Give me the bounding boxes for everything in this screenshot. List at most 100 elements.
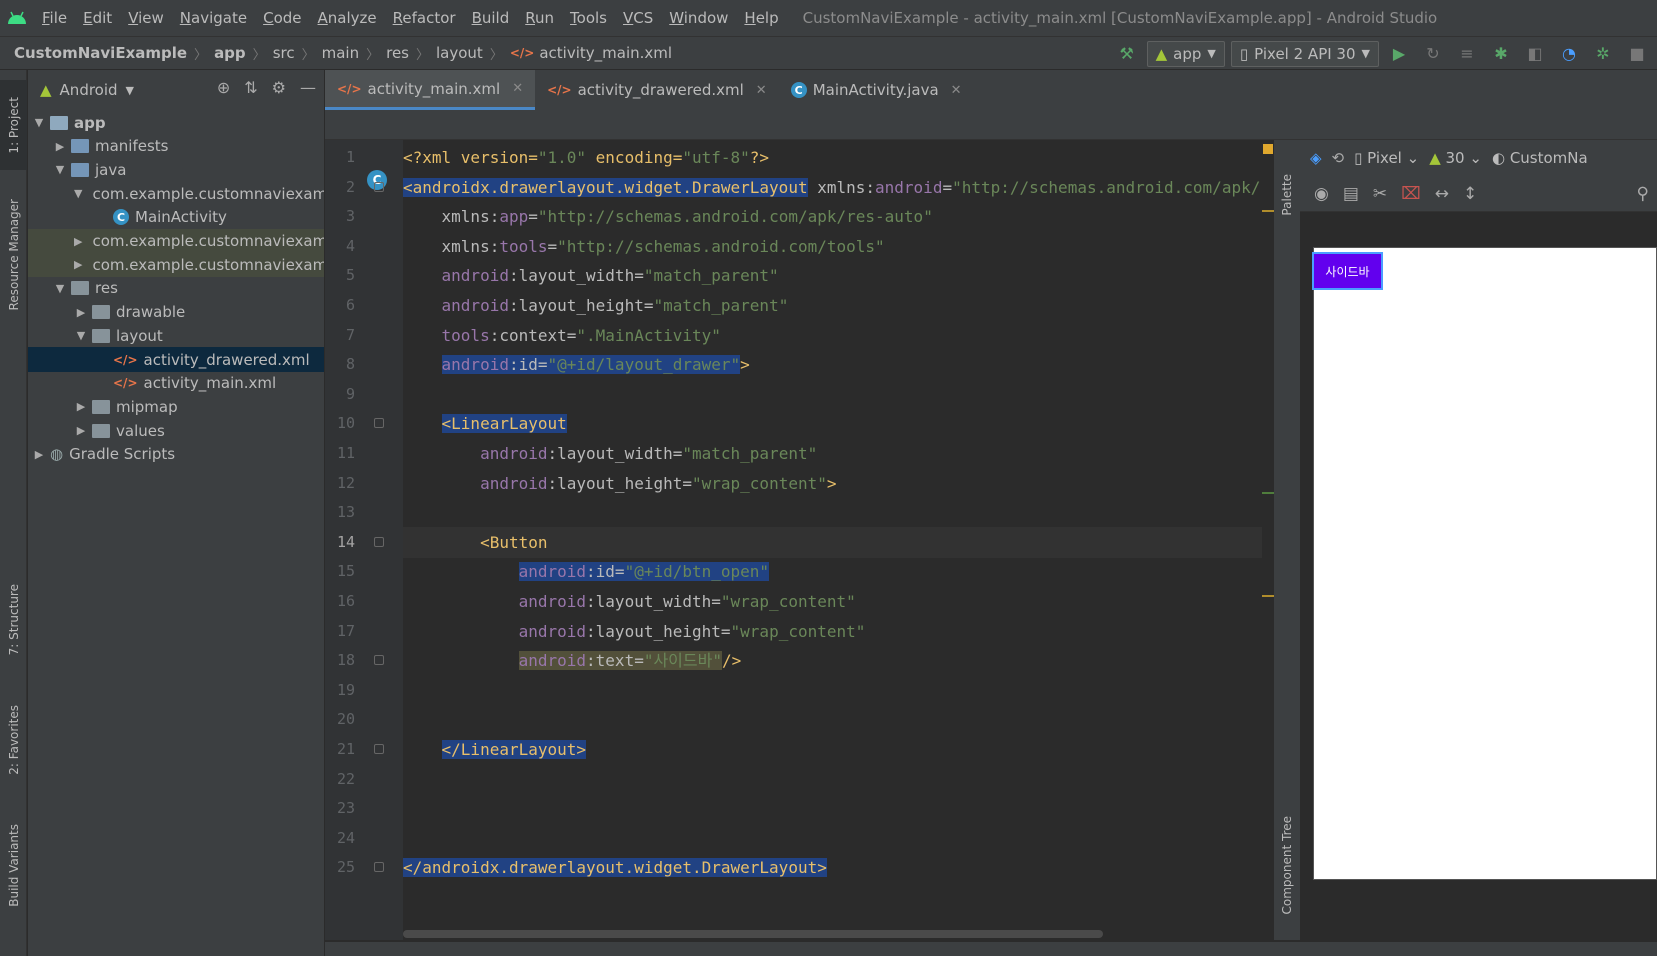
tool-tab-build-variants[interactable]: Build Variants — [0, 805, 27, 925]
tool-tab-favorites[interactable]: 2: Favorites — [0, 690, 27, 790]
debug-icon[interactable]: ✱ — [1487, 40, 1515, 68]
code-line[interactable] — [403, 497, 1273, 528]
tree-item[interactable]: ▶ drawable — [28, 300, 324, 325]
fold-marker-icon[interactable] — [374, 862, 384, 872]
close-icon[interactable]: ✕ — [951, 83, 962, 98]
expand-arrow-icon[interactable]: ▼ — [53, 163, 67, 176]
close-icon[interactable]: ✕ — [512, 81, 523, 96]
code-line[interactable]: android:layout_width="match_parent" — [403, 438, 1273, 469]
collapse-arrow-icon[interactable]: ▶ — [74, 424, 88, 437]
code-line[interactable]: android:layout_height="wrap_content"> — [403, 468, 1273, 499]
blueprint-icon[interactable]: ▤ — [1343, 184, 1359, 204]
code-line[interactable]: android:layout_width="match_parent" — [403, 260, 1273, 291]
tree-item[interactable]: ▶ ◍ Gradle Scripts — [28, 442, 324, 467]
tree-item[interactable]: ▶ com.example.customnaviexam — [28, 228, 324, 254]
apply-code-changes-icon[interactable]: ≡ — [1453, 40, 1481, 68]
menu-build[interactable]: Build — [464, 9, 518, 27]
menu-help[interactable]: Help — [736, 9, 786, 27]
close-icon[interactable]: ✕ — [756, 83, 767, 98]
tree-item[interactable]: ▼ java — [28, 157, 324, 182]
code-line[interactable]: android:layout_width="wrap_content" — [403, 586, 1273, 617]
run-icon[interactable]: ▶ — [1385, 40, 1413, 68]
editor-tab[interactable]: C MainActivity.java ✕ — [779, 70, 974, 110]
menu-code[interactable]: Code — [255, 9, 309, 27]
code-line[interactable]: android:id="@+id/layout_drawer"> — [403, 349, 1273, 380]
code-editor[interactable]: <?xml version="1.0" encoding="utf-8"?> <a… — [403, 140, 1273, 940]
collapse-arrow-icon[interactable]: ▶ — [74, 258, 82, 271]
menu-refactor[interactable]: Refactor — [385, 9, 464, 27]
code-line[interactable] — [403, 675, 1273, 706]
collapse-arrow-icon[interactable]: ▶ — [74, 235, 82, 248]
menu-view[interactable]: View — [120, 9, 172, 27]
fold-marker-icon[interactable] — [374, 537, 384, 547]
collapse-arrow-icon[interactable]: ▶ — [53, 140, 67, 153]
editor-tab[interactable]: </> activity_drawered.xml ✕ — [535, 70, 779, 110]
tree-item[interactable]: ▼ app — [28, 110, 324, 135]
collapse-arrow-icon[interactable]: ▶ — [32, 448, 46, 461]
locate-icon[interactable]: ⊕ — [217, 78, 230, 97]
code-line[interactable]: <androidx.drawerlayout.widget.DrawerLayo… — [403, 172, 1273, 203]
fold-marker-icon[interactable] — [374, 744, 384, 754]
device-select[interactable]: ▯ Pixel 2 API 30 ▼ — [1230, 40, 1379, 67]
gear-icon[interactable]: ⚙ — [272, 78, 286, 97]
layers-icon[interactable]: ◈ — [1310, 149, 1322, 167]
tree-item[interactable]: ▼ res — [28, 276, 324, 301]
menu-vcs[interactable]: VCS — [615, 9, 661, 27]
code-line[interactable]: xmlns:tools="http://schemas.android.com/… — [403, 231, 1273, 262]
chevron-down-icon[interactable]: ▼ — [126, 84, 134, 97]
tool-tab-project[interactable]: 1: Project — [0, 80, 27, 170]
hide-icon[interactable]: — — [300, 78, 316, 97]
code-line[interactable]: android:id="@+id/btn_open" — [403, 556, 1273, 587]
code-line[interactable]: android:layout_height="match_parent" — [403, 290, 1273, 321]
pin-icon[interactable]: ⚲ — [1637, 184, 1649, 204]
menu-window[interactable]: Window — [661, 9, 736, 27]
project-view-select[interactable]: Android — [60, 81, 118, 99]
menu-file[interactable]: File — [34, 9, 75, 27]
code-line[interactable]: </androidx.drawerlayout.widget.DrawerLay… — [403, 852, 1273, 883]
magnet-icon[interactable]: ✂ — [1373, 184, 1387, 204]
warning-marker-icon[interactable] — [1263, 144, 1273, 154]
tool-tab-structure[interactable]: 7: Structure — [0, 570, 27, 670]
code-line[interactable] — [403, 823, 1273, 854]
apply-changes-icon[interactable]: ↻ — [1419, 40, 1447, 68]
code-line[interactable] — [403, 704, 1273, 735]
tree-item[interactable]: C MainActivity — [28, 205, 324, 230]
coverage-icon[interactable]: ◧ — [1521, 40, 1549, 68]
tree-item[interactable]: </> activity_main.xml — [28, 371, 324, 396]
fold-marker-icon[interactable] — [374, 418, 384, 428]
expand-arrow-icon[interactable]: ▼ — [53, 282, 67, 295]
eye-icon[interactable]: ◉ — [1314, 184, 1329, 204]
expand-vertical-icon[interactable]: ↕ — [1463, 184, 1477, 204]
tree-item[interactable]: ▶ mipmap — [28, 394, 324, 419]
breadcrumb-item[interactable]: src — [273, 44, 295, 62]
stop-icon[interactable]: ■ — [1623, 40, 1651, 68]
device-select[interactable]: ▯ Pixel ⌄ — [1354, 149, 1419, 167]
clear-constraints-icon[interactable]: ⌧ — [1401, 184, 1421, 204]
expand-arrow-icon[interactable]: ▼ — [74, 329, 88, 342]
palette-tab[interactable]: Palette — [1274, 150, 1300, 240]
editor-tab[interactable]: </> activity_main.xml ✕ — [325, 70, 536, 110]
code-line[interactable]: <Button — [403, 527, 1273, 558]
fold-marker-icon[interactable] — [374, 655, 384, 665]
run-configuration-select[interactable]: ▲ app ▼ — [1146, 40, 1225, 67]
code-line[interactable] — [403, 764, 1273, 795]
expand-arrow-icon[interactable]: ▼ — [74, 187, 82, 200]
editor-vertical-scrollbar[interactable] — [1262, 140, 1274, 800]
code-line[interactable]: android:text="사이드바"/> — [403, 645, 1273, 676]
build-hammer-icon[interactable]: ⚒ — [1113, 40, 1141, 68]
expand-horizontal-icon[interactable]: ↔ — [1435, 184, 1449, 204]
component-tree-tab[interactable]: Component Tree — [1274, 800, 1300, 930]
collapse-arrow-icon[interactable]: ▶ — [74, 306, 88, 319]
menu-edit[interactable]: Edit — [75, 9, 120, 27]
code-line[interactable]: <LinearLayout — [403, 408, 1273, 439]
menu-tools[interactable]: Tools — [562, 9, 615, 27]
tree-item[interactable]: </> activity_drawered.xml — [28, 347, 324, 372]
tree-item[interactable]: ▶ manifests — [28, 134, 324, 159]
menu-analyze[interactable]: Analyze — [310, 9, 385, 27]
code-line[interactable]: tools:context=".MainActivity" — [403, 320, 1273, 351]
tree-item[interactable]: ▶ com.example.customnaviexam — [28, 252, 324, 278]
menu-run[interactable]: Run — [517, 9, 562, 27]
code-line[interactable]: xmlns:app="http://schemas.android.com/ap… — [403, 201, 1273, 232]
collapse-arrow-icon[interactable]: ▶ — [74, 400, 88, 413]
profile-icon[interactable]: ◔ — [1555, 40, 1583, 68]
